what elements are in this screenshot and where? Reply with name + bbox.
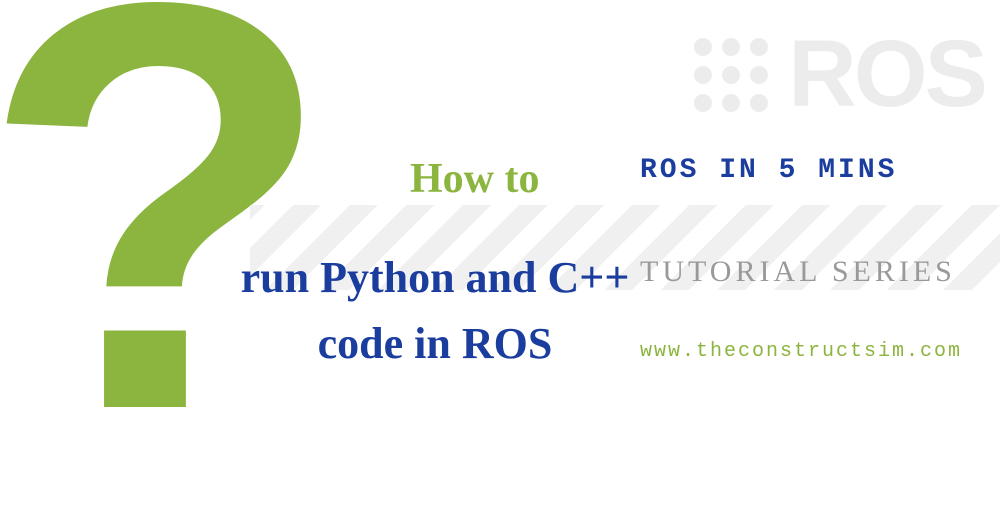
ros-logo-watermark: ROS bbox=[694, 20, 985, 129]
tutorial-series-label: TUTORIAL SERIES bbox=[640, 255, 956, 289]
ros-dots-icon bbox=[694, 38, 768, 112]
main-title: run Python and C++ code in ROS bbox=[235, 245, 635, 377]
how-to-label: How to bbox=[410, 155, 540, 203]
ros-watermark-text: ROS bbox=[788, 20, 985, 129]
website-url: www.theconstructsim.com bbox=[640, 340, 962, 363]
series-title: ROS IN 5 MINS bbox=[640, 155, 897, 186]
